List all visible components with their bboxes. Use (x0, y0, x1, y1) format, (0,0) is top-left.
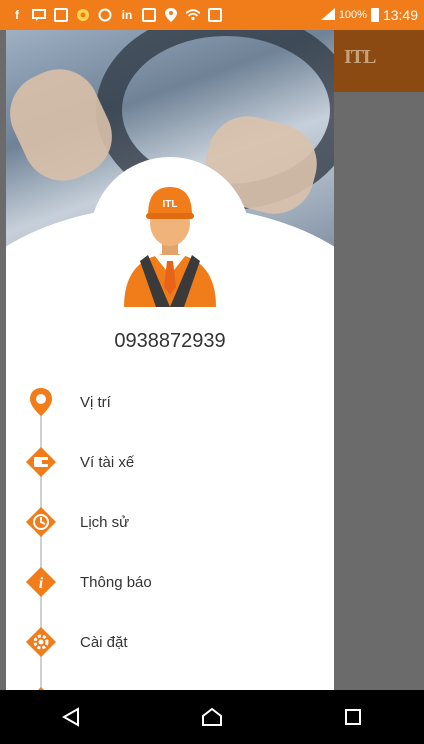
menu-item-label: Vị trí (80, 393, 111, 411)
briefcase-icon (142, 8, 156, 22)
info-icon: i (26, 567, 56, 597)
app-header: ITL (334, 30, 424, 92)
location-pin-icon (26, 387, 56, 417)
facebook-icon: f (15, 8, 19, 22)
wallet-icon (26, 447, 56, 477)
menu-item-partial[interactable] (6, 672, 334, 690)
clock-time: 13:49 (382, 7, 418, 23)
menu-item-history[interactable]: Lịch sử (6, 492, 334, 552)
status-bar: f in 100% 13:49 (0, 0, 424, 30)
svg-text:i: i (39, 575, 44, 592)
home-button[interactable] (182, 697, 242, 737)
sync-icon (98, 8, 112, 22)
settings-gear-icon (26, 627, 56, 657)
menu-item-notifications[interactable]: i Thông báo (6, 552, 334, 612)
phone-number: 0938872939 (114, 330, 226, 352)
home-icon (201, 707, 222, 726)
recents-icon (345, 709, 362, 725)
message-icon (32, 8, 46, 22)
back-button[interactable] (41, 697, 101, 737)
back-icon (61, 707, 79, 727)
navigation-drawer[interactable]: ITL 0938872939 Vị trí Ví tài xế Lịch sử (6, 30, 334, 690)
battery-icon (370, 8, 379, 22)
signal-icon (320, 7, 335, 23)
sim-icon (208, 8, 222, 22)
image-icon (54, 8, 68, 22)
recents-button[interactable] (323, 697, 383, 737)
menu-item-location[interactable]: Vị trí (6, 372, 334, 432)
chrome-icon (76, 8, 90, 22)
menu-item-settings[interactable]: Cài đặt (6, 612, 334, 672)
app-logo: ITL (344, 46, 376, 68)
wifi-icon (186, 8, 200, 22)
history-icon (26, 507, 56, 537)
menu-item-label: Cài đặt (80, 633, 128, 651)
menu-item-wallet[interactable]: Ví tài xế (6, 432, 334, 492)
location-status-icon (164, 8, 178, 22)
menu-item-label: Lịch sử (80, 513, 130, 531)
avatar-cap-logo: ITL (163, 199, 178, 210)
avatar[interactable]: ITL (90, 157, 250, 317)
menu-item-label: Thông báo (80, 573, 152, 591)
battery-percent: 100% (338, 9, 367, 21)
linkedin-icon: in (121, 8, 133, 22)
driver-avatar-icon: ITL (124, 187, 216, 307)
system-nav-bar (0, 690, 424, 744)
menu-item-label: Ví tài xế (80, 453, 135, 471)
drawer-menu: Vị trí Ví tài xế Lịch sử i Thông báo Cài (6, 372, 334, 690)
